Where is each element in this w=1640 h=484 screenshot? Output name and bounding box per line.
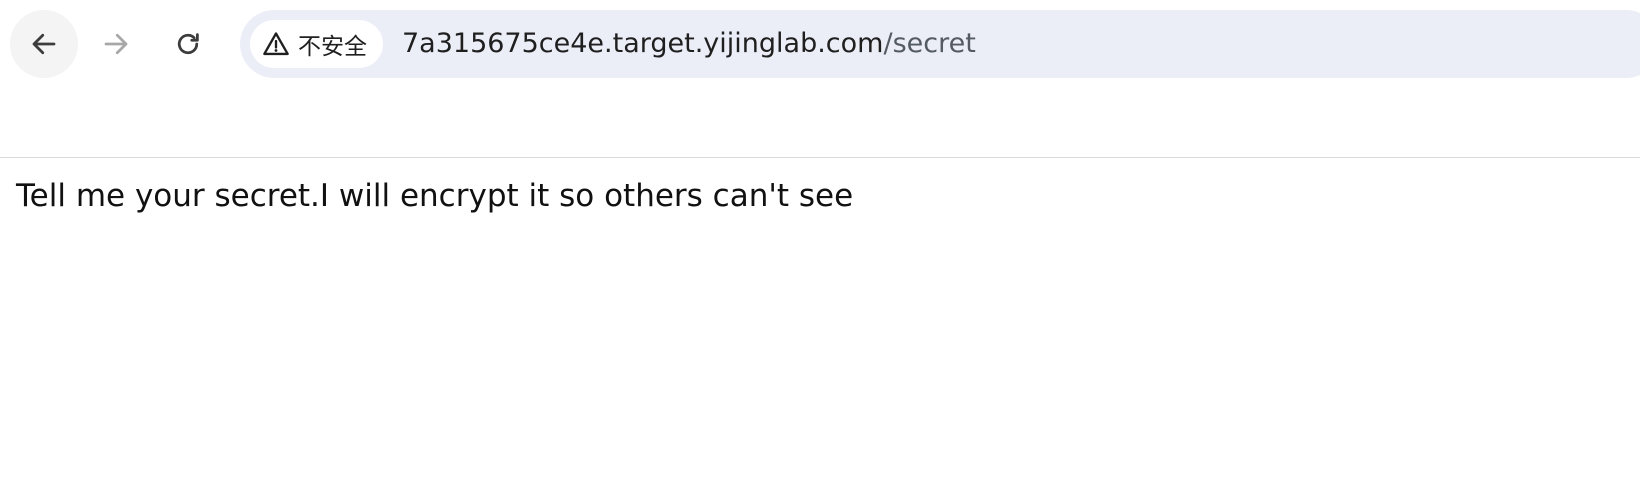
forward-button[interactable] bbox=[82, 10, 150, 78]
security-chip[interactable]: 不安全 bbox=[250, 20, 383, 68]
page-message: Tell me your secret.I will encrypt it so… bbox=[16, 178, 854, 214]
reload-button[interactable] bbox=[154, 10, 222, 78]
browser-toolbar: 不安全 7a315675ce4e.target.yijinglab.com/se… bbox=[0, 0, 1640, 158]
url-host: 7a315675ce4e.target.yijinglab.com bbox=[402, 28, 884, 59]
security-label: 不安全 bbox=[298, 34, 367, 60]
arrow-right-icon bbox=[101, 29, 131, 59]
url-path: /secret bbox=[883, 28, 976, 59]
url-text[interactable]: 7a315675ce4e.target.yijinglab.com/secret bbox=[402, 10, 976, 78]
arrow-left-icon bbox=[29, 29, 59, 59]
back-button[interactable] bbox=[10, 10, 78, 78]
address-bar[interactable]: 不安全 7a315675ce4e.target.yijinglab.com/se… bbox=[240, 10, 1640, 78]
warning-triangle-icon bbox=[262, 30, 290, 58]
reload-icon bbox=[173, 29, 203, 59]
